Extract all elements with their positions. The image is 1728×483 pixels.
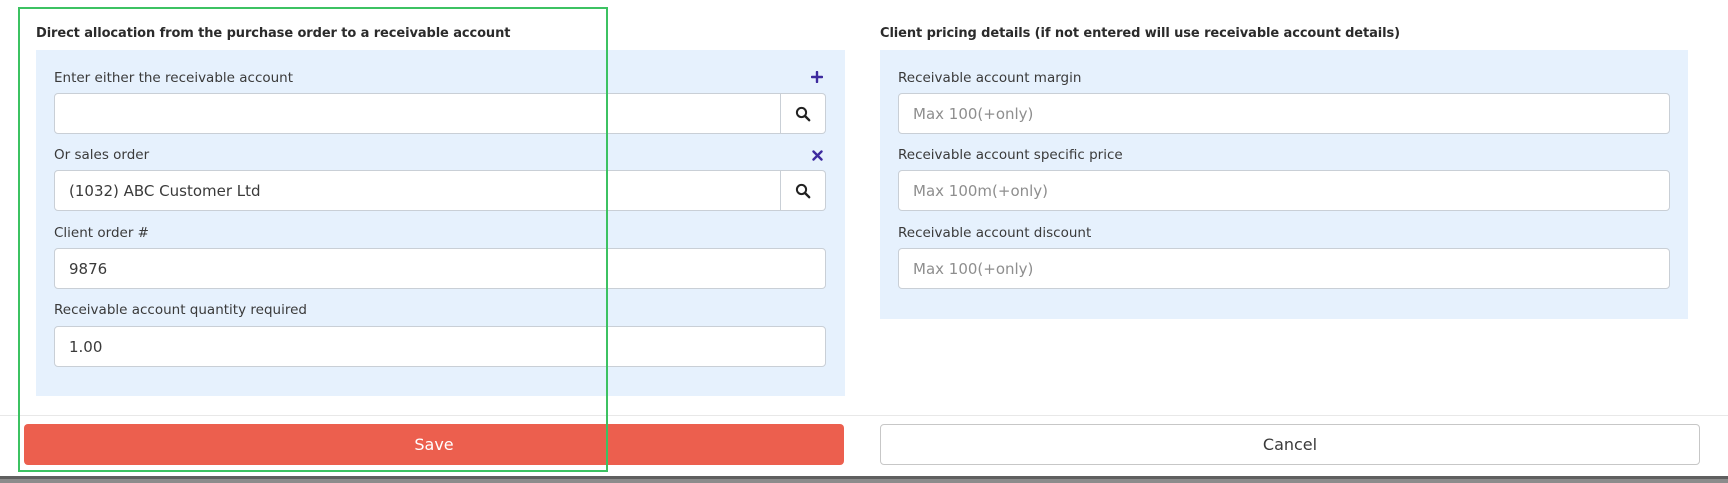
discount-label: Receivable account discount: [898, 225, 1092, 241]
search-icon: [795, 106, 811, 121]
close-icon[interactable]: [809, 147, 825, 163]
save-button[interactable]: Save: [24, 424, 844, 465]
quantity-label: Receivable account quantity required: [54, 302, 307, 318]
margin-input[interactable]: [898, 93, 1670, 134]
margin-label: Receivable account margin: [898, 70, 1082, 86]
sales-order-search-button[interactable]: [781, 170, 826, 211]
discount-input[interactable]: [898, 248, 1670, 289]
quantity-input[interactable]: [54, 326, 826, 367]
receivable-account-label: Enter either the receivable account: [54, 70, 294, 86]
window-bottom-edge: [0, 476, 1728, 483]
specific-price-input[interactable]: [898, 170, 1670, 211]
plus-icon[interactable]: [809, 69, 825, 85]
footer-divider: [0, 415, 1728, 416]
client-order-label: Client order #: [54, 225, 149, 241]
pricing-section-title: Client pricing details (if not entered w…: [880, 26, 1401, 41]
allocation-section-title: Direct allocation from the purchase orde…: [36, 26, 511, 41]
search-icon: [795, 183, 811, 198]
receivable-account-input[interactable]: [54, 93, 781, 134]
client-order-input[interactable]: [54, 248, 826, 289]
cancel-button[interactable]: Cancel: [880, 424, 1700, 465]
specific-price-label: Receivable account specific price: [898, 147, 1123, 163]
sales-order-label: Or sales order: [54, 147, 150, 163]
sales-order-input[interactable]: [54, 170, 781, 211]
receivable-account-search-button[interactable]: [781, 93, 826, 134]
allocation-dialog: Direct allocation from the purchase orde…: [0, 0, 1728, 476]
